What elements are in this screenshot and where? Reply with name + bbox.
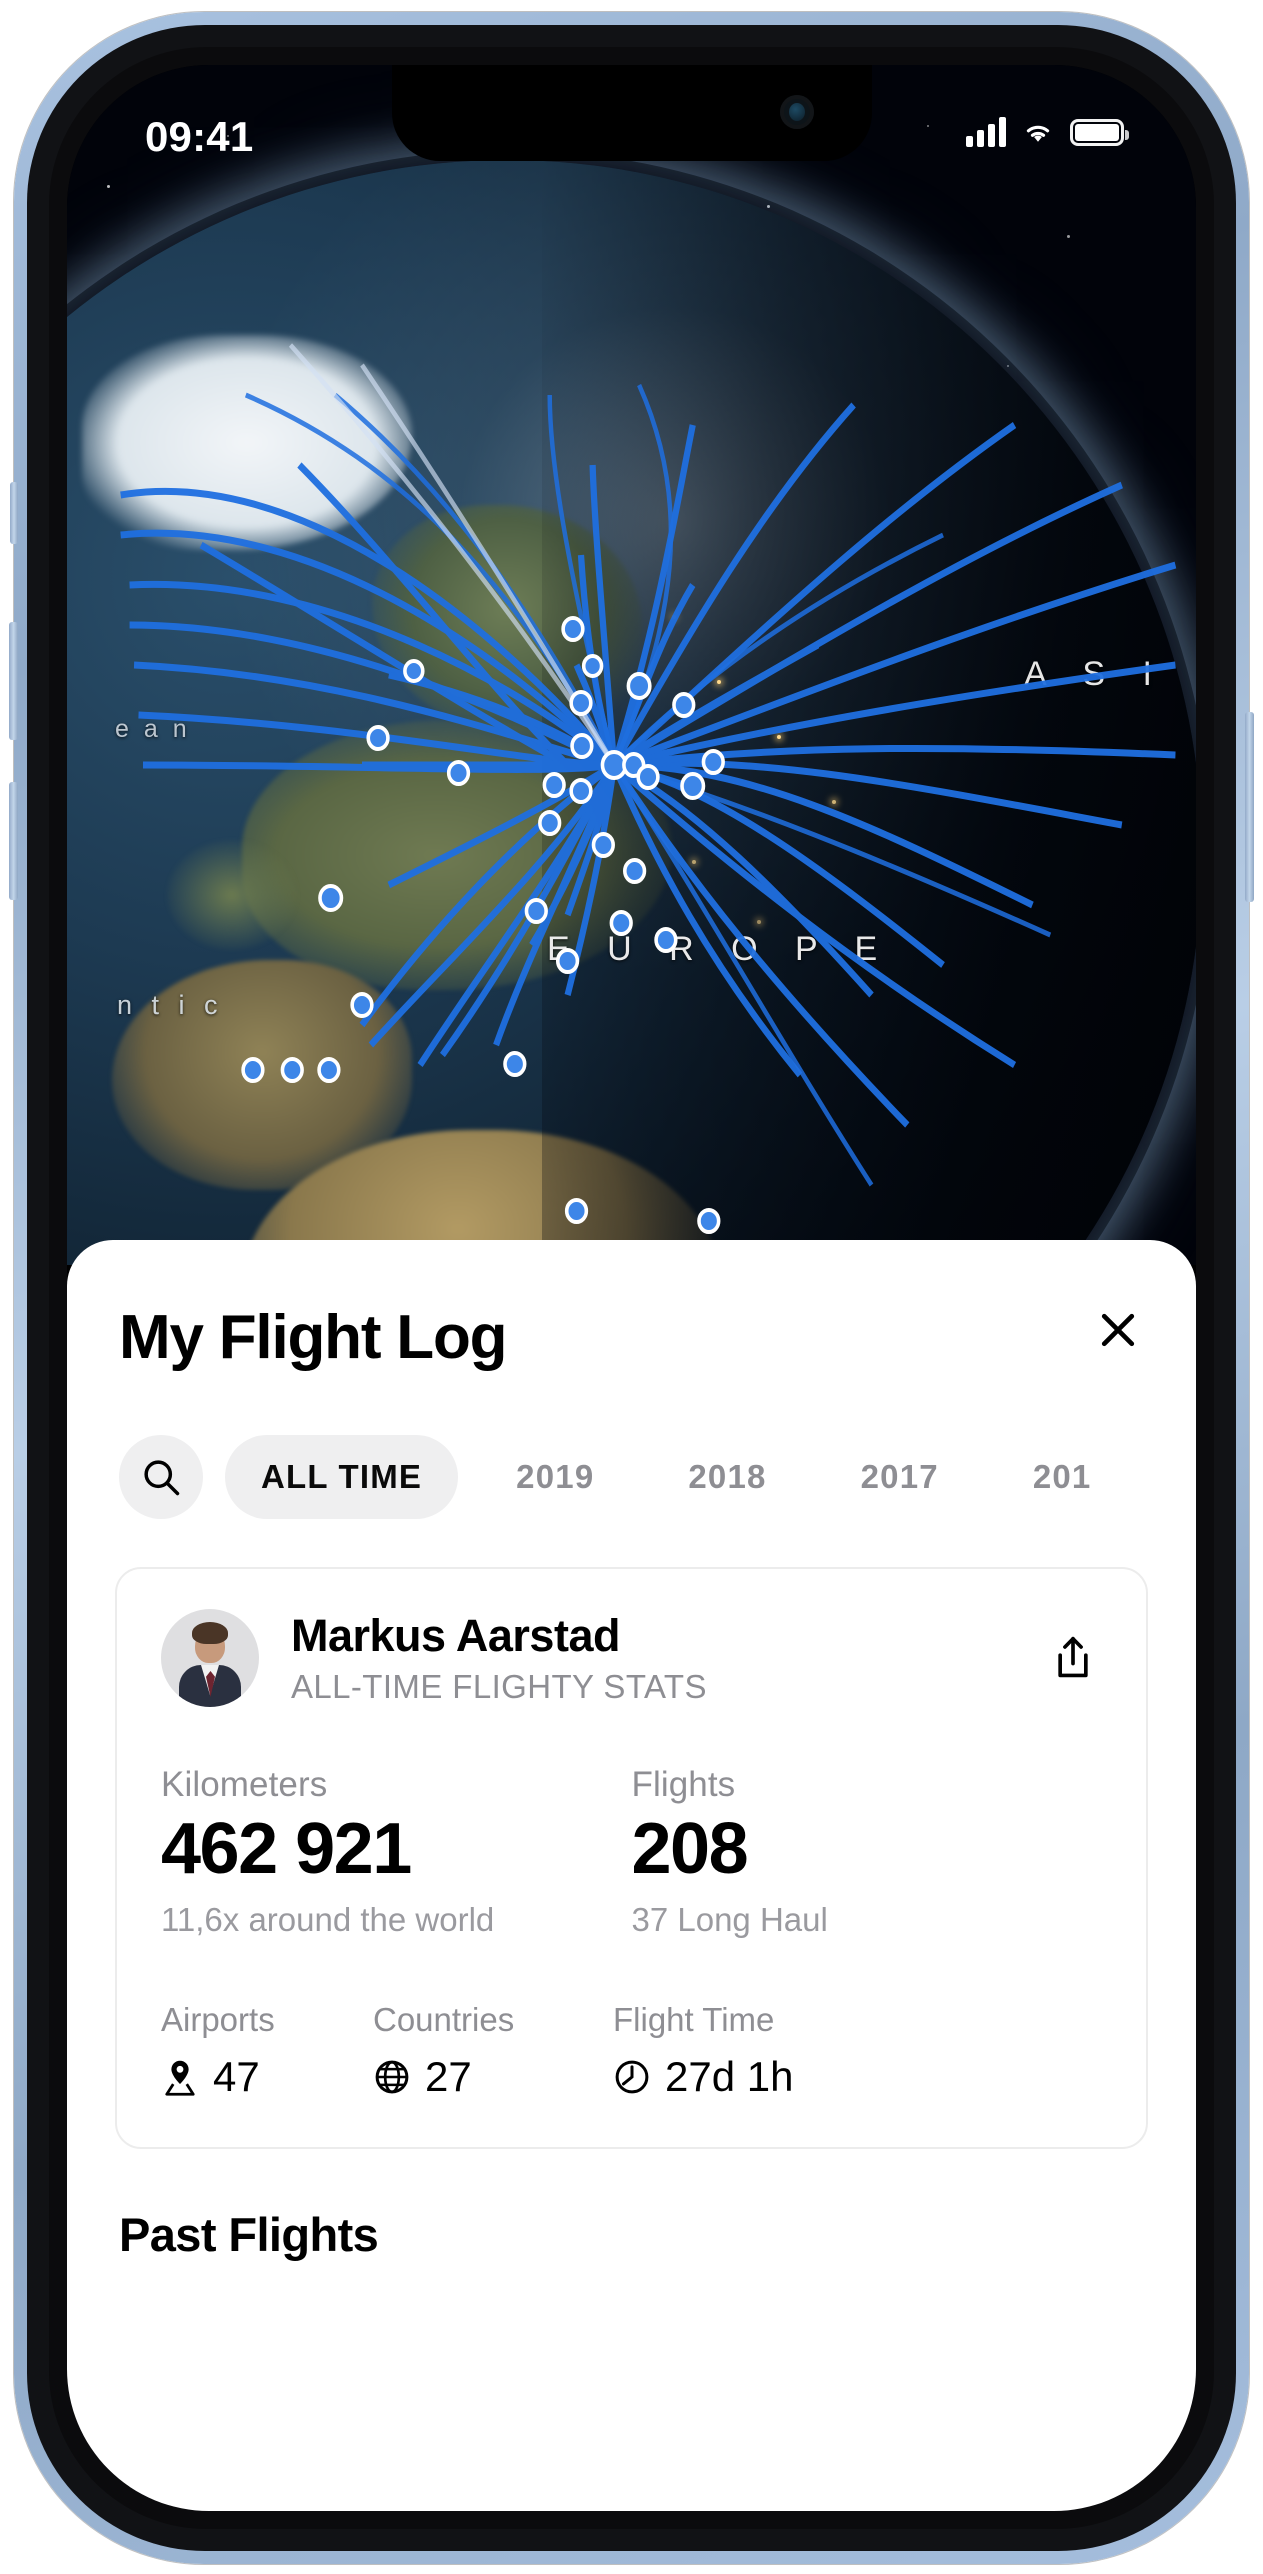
stat-kilometers-value: 462 921 <box>161 1809 412 1889</box>
clock-icon <box>615 2060 649 2094</box>
stat-flight-time: Flight Time 27d 1h <box>613 2001 793 2101</box>
globe-icon <box>375 2060 409 2094</box>
filter-chip-2018[interactable]: 2018 <box>652 1435 802 1519</box>
front-camera <box>779 95 814 129</box>
primary-stats-row: Kilometers 462 921 11,6x around the worl… <box>161 1765 1102 1939</box>
profile-name: Markus Aarstad <box>291 1610 620 1661</box>
profile-subtitle: ALL-TIME FLIGHTY STATS <box>291 1668 707 1705</box>
search-button[interactable] <box>119 1435 203 1519</box>
stat-airports-value-row: 47 <box>161 2053 373 2101</box>
flight-routes-layer <box>120 343 1177 1234</box>
stat-flight-time-value: 27d 1h <box>665 2052 794 2100</box>
phone-bezel: A S I E U R O P E n t i c e a n 09:41 My… <box>49 47 1214 2529</box>
stat-kilometers: Kilometers 462 921 11,6x around the worl… <box>161 1765 632 1939</box>
wifi-icon <box>1026 125 1050 142</box>
stat-airports-value: 47 <box>213 2052 260 2100</box>
silent-switch[interactable] <box>10 482 18 544</box>
secondary-stats-row: Airports 47 Countries 27 Flight Time 27d… <box>161 2001 1102 2101</box>
status-time: 09:41 <box>145 113 254 160</box>
profile-row: Markus Aarstad ALL-TIME FLIGHTY STATS <box>161 1609 1102 1707</box>
stat-airports-label: Airports <box>161 2000 275 2038</box>
phone-screen: A S I E U R O P E n t i c e a n 09:41 My… <box>67 65 1196 2511</box>
avatar <box>161 1609 259 1707</box>
filter-chip-2017[interactable]: 2017 <box>825 1435 975 1519</box>
stat-flight-time-value-row: 27d 1h <box>613 2053 793 2101</box>
search-icon <box>144 1460 180 1496</box>
globe-map[interactable]: A S I E U R O P E n t i c e a n <box>67 65 1196 1265</box>
map-pin-icon <box>165 2060 195 2096</box>
cellular-signal-icon <box>966 117 1006 147</box>
stat-airports: Airports 47 <box>161 2001 373 2101</box>
flight-log-sheet: My Flight Log ALL TIME 2019 2018 2017 20… <box>67 1240 1196 2511</box>
phone-midframe: A S I E U R O P E n t i c e a n 09:41 My… <box>27 25 1236 2551</box>
stat-flight-time-label: Flight Time <box>613 2000 775 2038</box>
filter-chip-2019[interactable]: 2019 <box>480 1435 630 1519</box>
stat-flights: Flights 208 37 Long Haul <box>632 1765 1103 1939</box>
time-filter-bar[interactable]: ALL TIME 2019 2018 2017 201 <box>67 1373 1196 1519</box>
phone-frame: A S I E U R O P E n t i c e a n 09:41 My… <box>9 12 1254 2564</box>
sheet-header: My Flight Log <box>67 1240 1196 1373</box>
close-button[interactable] <box>1090 1302 1146 1358</box>
share-button[interactable] <box>1044 1627 1102 1689</box>
stat-countries-value: 27 <box>425 2052 472 2100</box>
stats-card: Markus Aarstad ALL-TIME FLIGHTY STATS Ki… <box>115 1567 1148 2149</box>
power-button[interactable] <box>1245 712 1254 902</box>
profile-text: Markus Aarstad ALL-TIME FLIGHTY STATS <box>291 1610 707 1706</box>
volume-up-button[interactable] <box>9 622 18 740</box>
share-icon <box>1058 1636 1088 1678</box>
stat-kilometers-note: 11,6x around the world <box>161 1900 495 1938</box>
stat-countries-label: Countries <box>373 2000 515 2038</box>
stat-kilometers-label: Kilometers <box>161 1765 328 1804</box>
stat-flights-note: 37 Long Haul <box>631 1900 828 1938</box>
volume-down-button[interactable] <box>9 782 18 900</box>
filter-chip-2016[interactable]: 201 <box>997 1435 1128 1519</box>
stat-countries: Countries 27 <box>373 2001 613 2101</box>
display-notch <box>391 65 872 161</box>
filter-chip-all-time[interactable]: ALL TIME <box>225 1435 459 1519</box>
close-icon <box>1101 1313 1135 1347</box>
battery-icon <box>1070 118 1129 146</box>
stat-countries-value-row: 27 <box>373 2053 613 2101</box>
stat-flights-label: Flights <box>631 1765 736 1804</box>
stat-flights-value: 208 <box>631 1809 749 1889</box>
page-title: My Flight Log <box>119 1303 508 1372</box>
status-indicators <box>966 117 1129 147</box>
past-flights-heading: Past Flights <box>119 2207 379 2261</box>
